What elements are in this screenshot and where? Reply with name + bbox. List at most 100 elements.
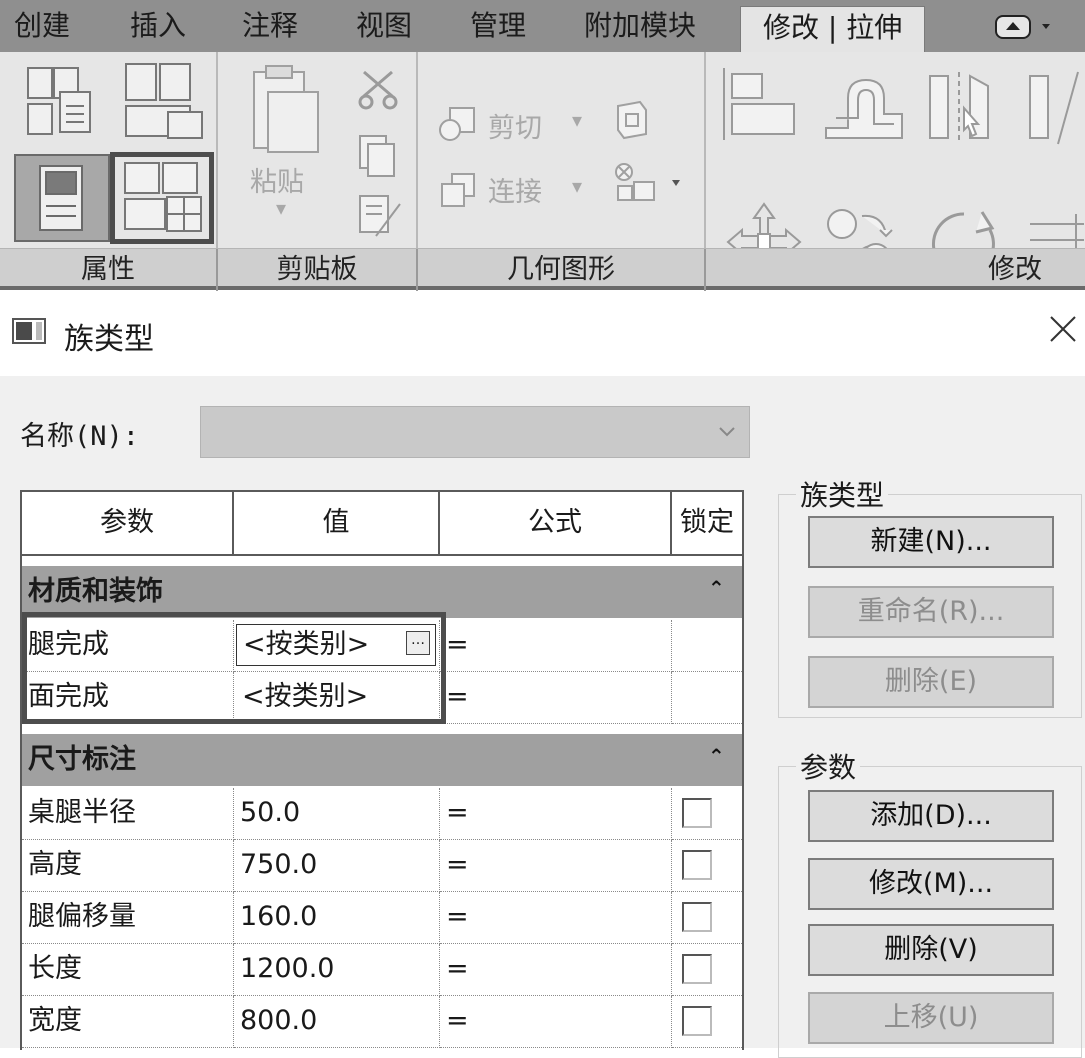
match-properties-icon[interactable]	[356, 192, 404, 246]
family-types-small-icon[interactable]	[120, 60, 210, 150]
cut-icon[interactable]	[356, 66, 400, 114]
param-value-cell[interactable]: 50.0	[234, 788, 440, 840]
group-header-materials[interactable]: 材质和装饰	[22, 566, 742, 618]
name-label: 名称(N):	[20, 421, 140, 452]
browse-icon[interactable]: …	[406, 631, 430, 655]
param-name-cell: 腿完成	[22, 620, 234, 672]
param-formula-cell[interactable]: =	[440, 996, 672, 1048]
param-lock-cell	[672, 672, 742, 724]
param-formula-cell[interactable]: =	[440, 788, 672, 840]
cut-dropdown-icon[interactable]: ▾	[572, 108, 582, 132]
move-up-button[interactable]: 上移(U)	[808, 992, 1054, 1044]
param-value-cell[interactable]: 1200.0	[234, 944, 440, 996]
join-geometry-icon[interactable]	[436, 170, 480, 214]
param-name-cell: 高度	[22, 840, 234, 892]
mirror-draw-axis-icon[interactable]	[1022, 68, 1082, 152]
param-name-cell: 长度	[22, 944, 234, 996]
param-value-cell[interactable]: <按类别>	[234, 672, 440, 724]
tab-modify-extrusion[interactable]: 修改 | 拉伸	[740, 6, 926, 53]
group-separator	[216, 249, 218, 291]
group-separator	[416, 249, 418, 291]
column-header-value[interactable]: 值	[234, 492, 440, 556]
family-category-params-icon[interactable]	[20, 62, 104, 146]
parameters-group-title: 参数	[796, 746, 861, 786]
tab-create[interactable]: 创建	[14, 0, 70, 52]
param-value-cell[interactable]: 750.0	[234, 840, 440, 892]
param-lock-cell	[672, 788, 742, 840]
column-header-parameter[interactable]: 参数	[22, 492, 234, 556]
tab-add-ins[interactable]: 附加模块	[584, 0, 696, 52]
param-formula-cell[interactable]: =	[440, 620, 672, 672]
align-icon[interactable]	[718, 64, 802, 148]
delete-type-button[interactable]: 删除(E)	[808, 656, 1054, 708]
param-lock-cell	[672, 840, 742, 892]
collapse-icon[interactable]: ⌃	[708, 576, 725, 600]
ribbon-minimize-icon[interactable]	[994, 12, 1064, 46]
param-name-cell: 腿偏移量	[22, 892, 234, 944]
column-header-lock[interactable]: 锁定	[672, 492, 742, 556]
param-lock-cell	[672, 620, 742, 672]
param-value-cell[interactable]: 800.0	[234, 996, 440, 1048]
param-lock-cell	[672, 892, 742, 944]
param-formula-cell[interactable]: =	[440, 944, 672, 996]
name-combobox[interactable]	[200, 406, 750, 458]
copy-icon[interactable]	[356, 132, 400, 184]
new-type-button[interactable]: 新建(N)...	[808, 516, 1054, 568]
properties-button[interactable]	[14, 154, 110, 242]
lock-checkbox[interactable]	[682, 798, 712, 828]
param-value-cell[interactable]: <按类别> …	[234, 620, 440, 672]
parameters-table: 参数 值 公式 锁定 材质和装饰 ⌃ 腿完成 <按类别> … = 面完成 <按类…	[20, 490, 744, 1050]
paste-icon[interactable]	[246, 62, 326, 166]
group-label-modify: 修改	[988, 254, 1042, 285]
close-icon[interactable]	[1048, 314, 1078, 348]
join-geometry-label[interactable]: 连接	[488, 170, 542, 209]
tab-annotate[interactable]: 注释	[242, 0, 298, 52]
group-separator	[704, 249, 706, 291]
lock-checkbox[interactable]	[682, 902, 712, 932]
lock-checkbox[interactable]	[682, 1006, 712, 1036]
ribbon-tab-bar: 创建 插入 注释 视图 管理 附加模块 修改 | 拉伸	[0, 0, 1085, 53]
param-lock-cell	[672, 996, 742, 1048]
rename-type-button[interactable]: 重命名(R)...	[808, 586, 1054, 638]
dialog-app-icon	[12, 318, 46, 344]
group-header-dimensions[interactable]: 尺寸标注	[22, 734, 742, 786]
group-label-properties: 属性	[81, 254, 135, 285]
tab-insert[interactable]: 插入	[130, 0, 186, 52]
lock-checkbox[interactable]	[682, 954, 712, 984]
chevron-down-icon[interactable]	[717, 421, 737, 445]
ribbon-group-labels: 属性 剪贴板 几何图形 修改	[0, 248, 1085, 291]
offset-icon[interactable]	[818, 68, 908, 148]
split-face-icon[interactable]	[610, 160, 680, 214]
mirror-pick-axis-icon[interactable]	[920, 68, 1000, 152]
add-parameter-button[interactable]: 添加(D)...	[808, 790, 1054, 842]
cut-geometry-icon[interactable]	[436, 104, 480, 148]
cut-geometry-label[interactable]: 剪切	[488, 106, 542, 145]
dialog-title: 族类型	[64, 322, 154, 357]
dialog-title-bar: 族类型	[0, 296, 1085, 376]
column-header-formula[interactable]: 公式	[440, 492, 672, 556]
group-title: 尺寸标注	[28, 744, 136, 775]
param-lock-cell	[672, 944, 742, 996]
tab-manage[interactable]: 管理	[470, 0, 526, 52]
family-types-group-title: 族类型	[796, 474, 889, 514]
tab-view[interactable]: 视图	[356, 0, 412, 52]
paste-dropdown-icon[interactable]: ▾	[276, 196, 286, 220]
group-label-geometry: 几何图形	[507, 254, 615, 285]
join-dropdown-icon[interactable]: ▾	[572, 174, 582, 198]
group-label-clipboard: 剪贴板	[276, 254, 358, 285]
modify-parameter-button[interactable]: 修改(M)...	[808, 858, 1054, 910]
collapse-icon[interactable]: ⌃	[708, 744, 725, 768]
material-value-text: <按类别>	[243, 629, 370, 660]
param-name-cell: 面完成	[22, 672, 234, 724]
group-title: 材质和装饰	[28, 576, 163, 607]
uncut-geometry-icon[interactable]	[612, 98, 652, 146]
family-types-button[interactable]	[110, 152, 214, 244]
param-value-cell[interactable]: 160.0	[234, 892, 440, 944]
param-name-cell: 桌腿半径	[22, 788, 234, 840]
param-formula-cell[interactable]: =	[440, 840, 672, 892]
param-formula-cell[interactable]: =	[440, 672, 672, 724]
param-formula-cell[interactable]: =	[440, 892, 672, 944]
paste-label: 粘贴	[250, 167, 304, 198]
lock-checkbox[interactable]	[682, 850, 712, 880]
delete-parameter-button[interactable]: 删除(V)	[808, 924, 1054, 976]
